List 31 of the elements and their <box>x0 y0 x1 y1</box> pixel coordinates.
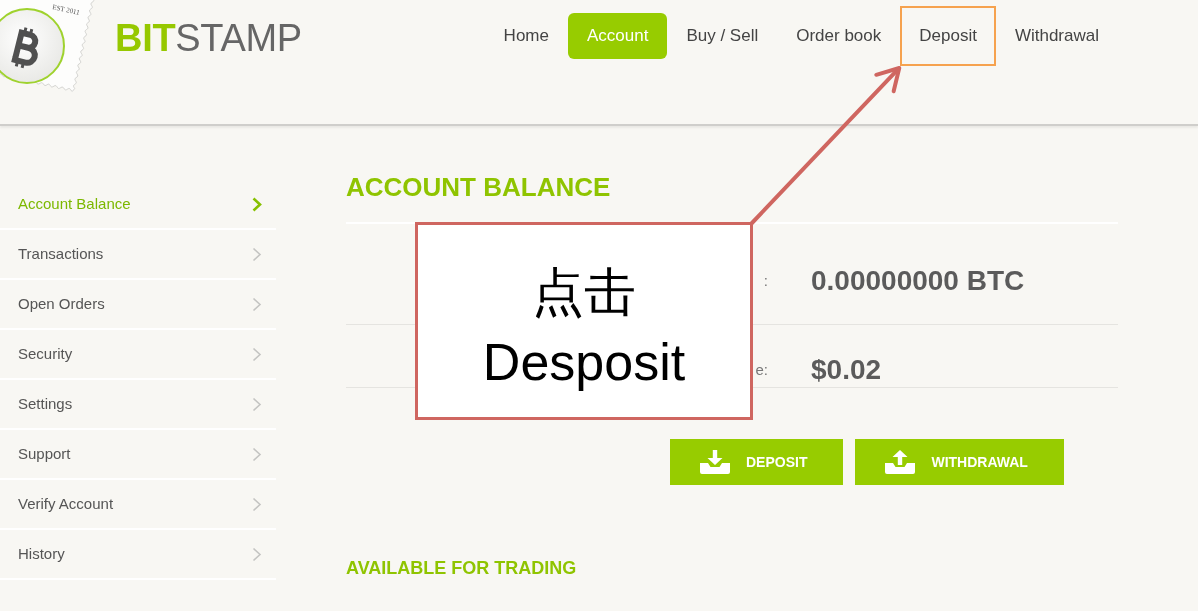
nav-link[interactable]: Order book <box>777 13 901 59</box>
annotation-text: 点击 <box>532 261 636 324</box>
section-title: AVAILABLE FOR TRADING <box>346 557 578 580</box>
sidebar-item[interactable]: Open Orders <box>0 280 276 330</box>
sidebar-item[interactable]: Settings <box>0 380 276 430</box>
sidebar-item[interactable]: Transactions <box>0 230 276 280</box>
bitcoin-icon <box>8 26 39 70</box>
balance-label: : <box>763 272 768 289</box>
nav-link[interactable]: Buy / Sell <box>667 13 778 59</box>
balance-label: e: <box>755 361 768 378</box>
chevron-right-icon <box>252 346 262 362</box>
chevron-right-icon <box>252 196 262 212</box>
chevron-right-icon <box>252 546 262 562</box>
sidebar-item[interactable]: History <box>0 530 276 580</box>
chevron-right-icon <box>252 446 262 462</box>
nav-link[interactable]: Home <box>484 13 568 59</box>
chevron-right-icon <box>252 496 262 512</box>
chevron-right-icon <box>252 296 262 312</box>
balance-value: 0.00000000 BTC <box>811 264 1025 298</box>
upload-icon <box>885 450 916 474</box>
brand-logo-text: BITSTAMP <box>115 16 302 61</box>
nav-link[interactable]: Deposit <box>900 6 996 66</box>
annotation-text: Desposit <box>482 332 686 393</box>
chevron-right-icon <box>252 246 262 262</box>
nav-link[interactable]: Withdrawal <box>995 13 1118 59</box>
sidebar-item[interactable]: Security <box>0 330 276 380</box>
sidebar-item[interactable]: Support <box>0 430 276 480</box>
chevron-right-icon <box>252 396 262 412</box>
balance-value: $0.02 <box>811 353 882 387</box>
sidebar-item[interactable]: Verify Account <box>0 480 276 530</box>
download-icon <box>700 450 730 474</box>
